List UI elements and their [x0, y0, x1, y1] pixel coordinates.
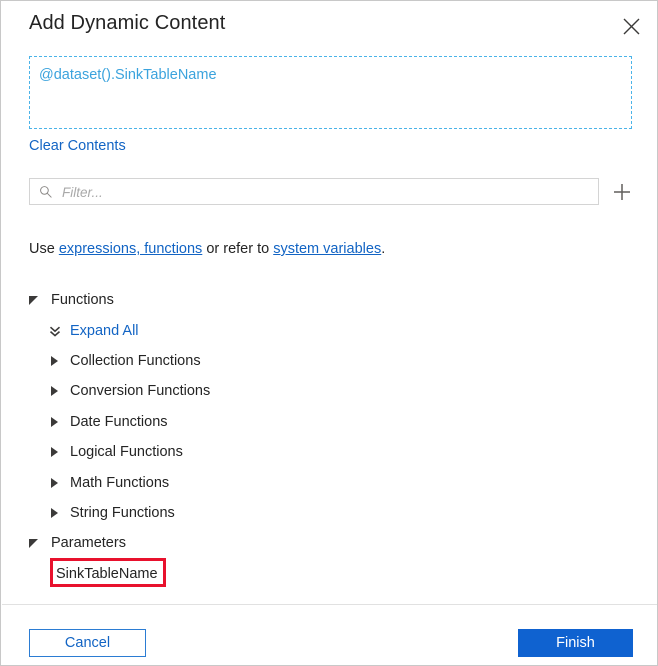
tree-node-math-functions[interactable]: Math Functions [1, 467, 657, 497]
dialog-header: Add Dynamic Content [1, 1, 657, 49]
hint-text: Use expressions, functions or refer to s… [29, 241, 385, 257]
search-icon [40, 186, 52, 198]
clear-contents-link[interactable]: Clear Contents [29, 138, 126, 154]
double-chevron-glyph [49, 326, 61, 337]
tree-node-date-functions-label: Date Functions [70, 413, 168, 430]
tree-node-math-functions-label: Math Functions [70, 474, 170, 491]
tree-node-logical-functions[interactable]: Logical Functions [1, 437, 657, 467]
filter-input[interactable] [60, 179, 594, 206]
triangle-expanded-icon [29, 536, 43, 550]
expression-value: @dataset().SinkTableName [39, 67, 217, 83]
triangle-collapsed-icon [48, 354, 62, 368]
tree-node-collection-functions-label: Collection Functions [70, 352, 201, 369]
footer-divider [2, 604, 657, 605]
triangle-collapsed-icon [48, 476, 62, 490]
dialog-title: Add Dynamic Content [29, 12, 226, 34]
tree-node-collection-functions[interactable]: Collection Functions [1, 346, 657, 376]
expand-all-row[interactable]: Expand All [1, 315, 657, 345]
system-variables-link[interactable]: system variables [273, 241, 381, 257]
triangle-collapsed-icon [48, 445, 62, 459]
triangle-expanded-icon [29, 293, 43, 307]
tree-node-parameters-label: Parameters [51, 535, 126, 552]
plus-icon[interactable] [609, 179, 635, 205]
expressions-functions-link[interactable]: expressions, functions [59, 241, 202, 257]
filter-field[interactable] [29, 178, 599, 206]
close-icon[interactable] [615, 10, 647, 42]
plus-glyph [614, 184, 630, 200]
close-x-glyph [623, 18, 639, 34]
tree-node-sinktablename[interactable]: SinkTableName [1, 559, 657, 589]
hint-middle: or refer to [202, 241, 274, 257]
triangle-collapsed-icon [48, 415, 62, 429]
tree-node-conversion-functions-label: Conversion Functions [70, 383, 211, 400]
tree-node-sinktablename-label: SinkTableName [56, 565, 158, 582]
triangle-collapsed-icon [48, 384, 62, 398]
cancel-button[interactable]: Cancel [29, 629, 146, 657]
tree-node-string-functions[interactable]: String Functions [1, 498, 657, 528]
tree-node-logical-functions-label: Logical Functions [70, 444, 183, 461]
hint-suffix: . [381, 241, 386, 257]
tree-node-string-functions-label: String Functions [70, 504, 175, 521]
tree-node-functions-label: Functions [51, 292, 114, 309]
tree-node-conversion-functions[interactable]: Conversion Functions [1, 376, 657, 406]
content-tree: Functions Expand All Collection Function… [1, 285, 657, 589]
tree-node-functions[interactable]: Functions [1, 285, 657, 315]
tree-node-date-functions[interactable]: Date Functions [1, 407, 657, 437]
expand-all-label[interactable]: Expand All [70, 323, 139, 339]
double-chevron-down-icon [48, 324, 62, 338]
tree-node-parameters[interactable]: Parameters [1, 528, 657, 558]
add-dynamic-content-dialog: Add Dynamic Content @dataset().SinkTable… [0, 0, 658, 666]
hint-prefix: Use [29, 241, 59, 257]
triangle-collapsed-icon [48, 506, 62, 520]
finish-button[interactable]: Finish [518, 629, 633, 657]
expression-editor[interactable]: @dataset().SinkTableName [29, 56, 632, 129]
